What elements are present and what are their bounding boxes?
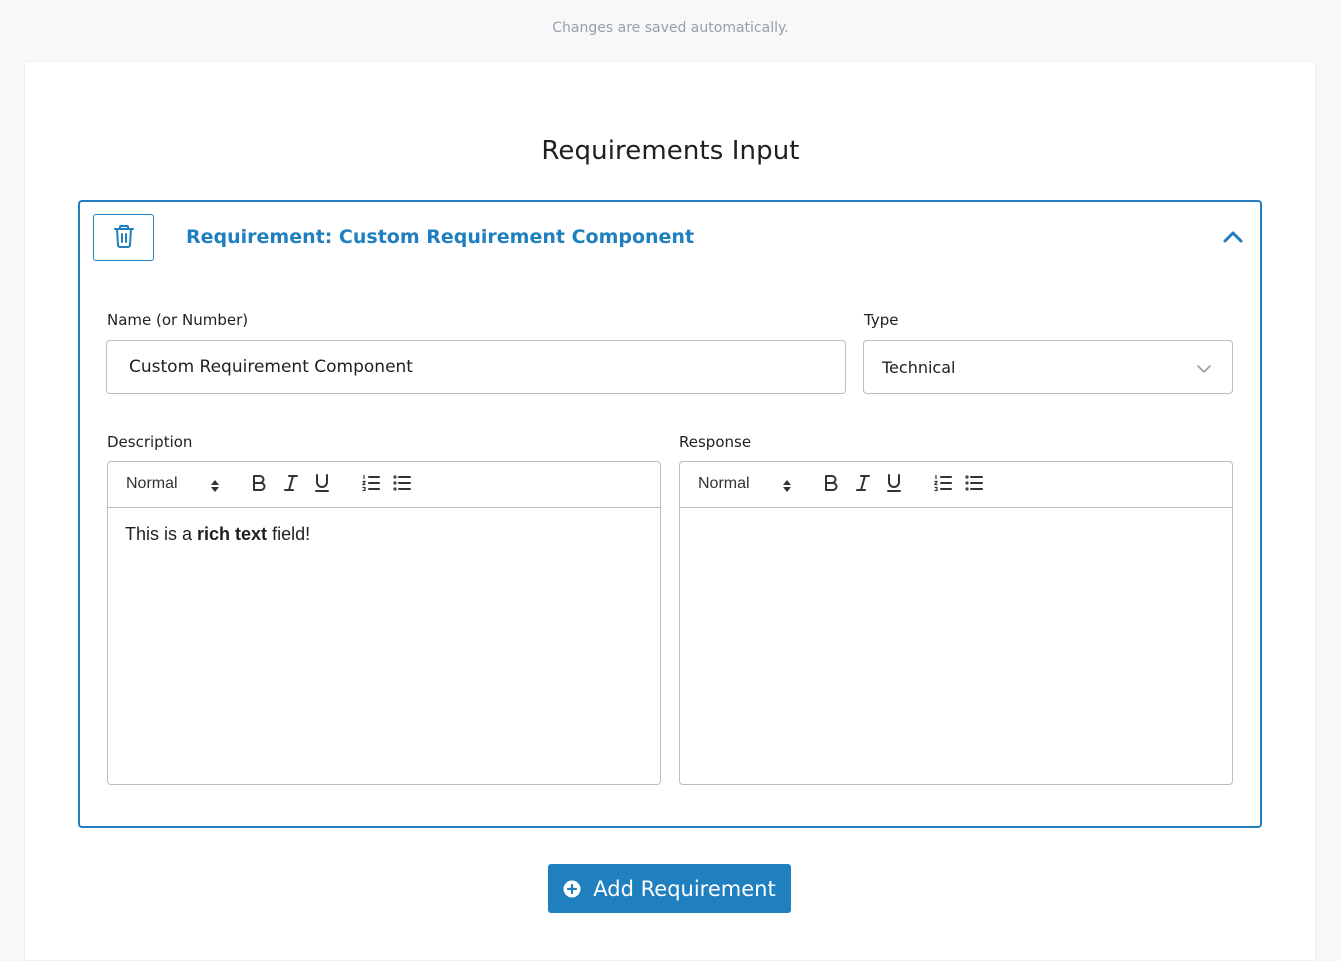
description-label: Description — [107, 433, 193, 451]
requirement-header-title[interactable]: Requirement: Custom Requirement Componen… — [186, 226, 694, 248]
description-text-bold: rich text — [197, 524, 268, 544]
response-toolbar: Normal — [680, 462, 1232, 508]
response-label: Response — [679, 433, 752, 451]
sort-arrows-icon — [782, 478, 792, 492]
type-select[interactable]: Technical — [863, 340, 1233, 394]
response-text-area[interactable] — [680, 508, 1232, 784]
collapse-toggle[interactable] — [1220, 226, 1246, 250]
bullet-list-button[interactable] — [963, 474, 985, 496]
italic-icon — [855, 474, 871, 496]
description-text-start: This is a — [125, 524, 198, 544]
ordered-list-button[interactable] — [932, 474, 954, 496]
name-label: Name (or Number) — [107, 311, 249, 329]
trash-icon — [113, 224, 135, 251]
bold-icon — [823, 474, 839, 496]
ordered-list-button[interactable] — [360, 474, 382, 496]
add-requirement-button[interactable]: Add Requirement — [548, 864, 791, 913]
underline-button[interactable] — [883, 474, 905, 496]
response-editor: Normal — [679, 461, 1233, 785]
ordered-list-icon — [933, 474, 952, 496]
format-select-label: Normal — [698, 475, 750, 492]
bullet-list-icon — [393, 474, 411, 496]
type-select-value: Technical — [882, 358, 956, 377]
description-text-area[interactable]: This is a rich text field! — [108, 508, 660, 784]
underline-button[interactable] — [311, 474, 333, 496]
underline-icon — [314, 473, 330, 497]
description-editor: Normal This is a rich text field! — [107, 461, 661, 785]
format-select[interactable]: Normal — [698, 474, 794, 496]
page-title: Requirements Input — [541, 136, 800, 166]
name-input[interactable] — [106, 340, 846, 394]
ordered-list-icon — [361, 474, 380, 496]
bold-button[interactable] — [820, 474, 842, 496]
description-toolbar: Normal — [108, 462, 660, 508]
underline-icon — [886, 473, 902, 497]
add-requirement-label: Add Requirement — [593, 876, 776, 901]
sort-arrows-icon — [210, 478, 220, 492]
chevron-up-icon — [1223, 229, 1243, 248]
bullet-list-icon — [965, 474, 983, 496]
italic-button[interactable] — [280, 474, 302, 496]
autosave-notice: Changes are saved automatically. — [552, 20, 789, 36]
bold-icon — [251, 474, 267, 496]
type-label: Type — [864, 311, 899, 329]
description-text-end: field! — [267, 524, 311, 544]
italic-button[interactable] — [852, 474, 874, 496]
plus-circle-icon — [563, 880, 581, 898]
bold-button[interactable] — [248, 474, 270, 496]
italic-icon — [283, 474, 299, 496]
format-select-label: Normal — [126, 475, 178, 492]
format-select[interactable]: Normal — [126, 474, 222, 496]
bullet-list-button[interactable] — [391, 474, 413, 496]
delete-requirement-button[interactable] — [93, 214, 154, 261]
chevron-down-icon — [1196, 361, 1212, 375]
